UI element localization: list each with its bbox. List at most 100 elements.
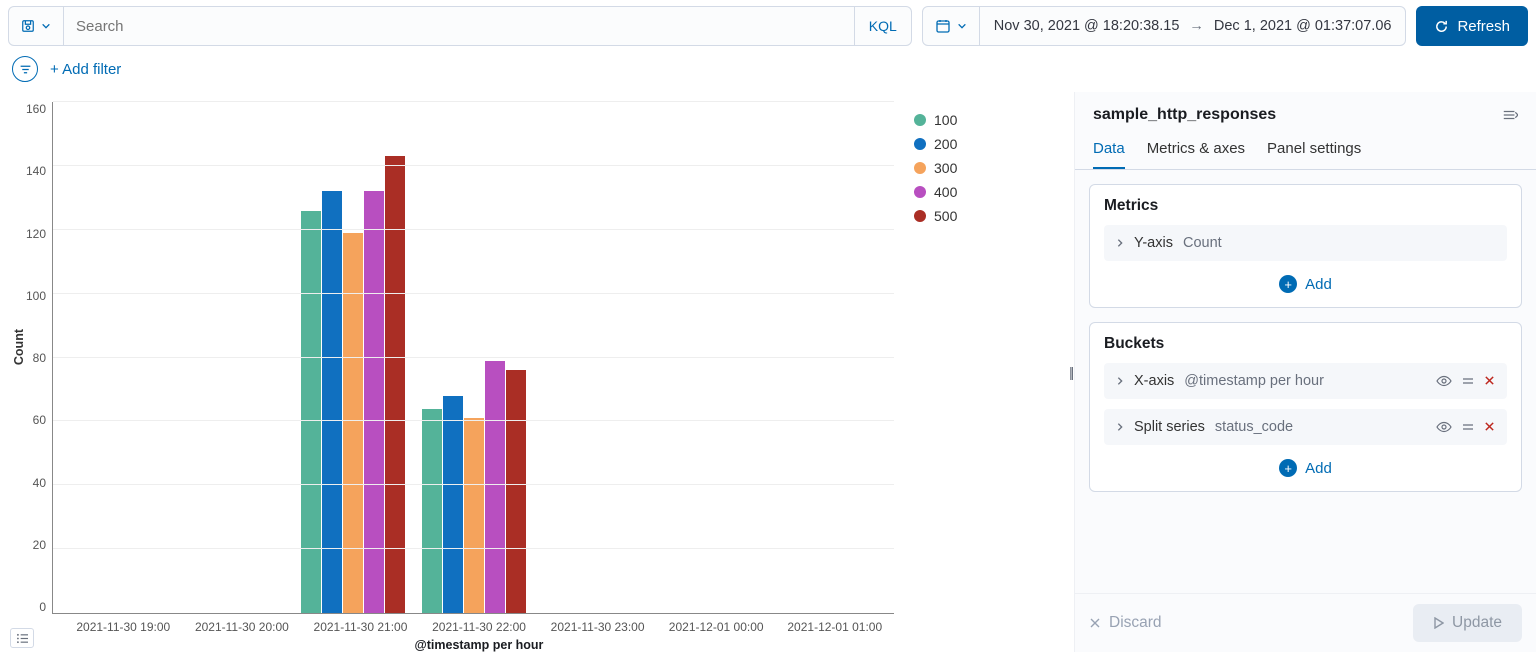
- add-filter-button[interactable]: + Add filter: [50, 61, 121, 78]
- x-tick: 2021-12-01 01:00: [775, 614, 894, 634]
- agg-row[interactable]: Split series status_code: [1104, 409, 1507, 445]
- agg-row[interactable]: Y-axis Count: [1104, 225, 1507, 261]
- metrics-section: Metrics Y-axis Count + Add: [1089, 184, 1522, 308]
- legend-item[interactable]: 200: [914, 132, 1054, 156]
- bar[interactable]: [343, 233, 363, 613]
- play-icon: [1433, 617, 1444, 629]
- config-panel: || sample_http_responses DataMetrics & a…: [1074, 92, 1536, 652]
- chevron-right-icon: [1116, 376, 1124, 386]
- refresh-button[interactable]: Refresh: [1416, 6, 1528, 46]
- collapse-panel-button[interactable]: [1502, 108, 1518, 122]
- query-bar: KQL: [8, 6, 912, 46]
- legend-label: 500: [934, 208, 957, 224]
- x-slot: [654, 102, 774, 613]
- close-icon: [1484, 375, 1495, 386]
- time-from: Nov 30, 2021 @ 18:20:38.15: [994, 18, 1180, 34]
- tab-data[interactable]: Data: [1093, 132, 1125, 169]
- tab-metrics-axes[interactable]: Metrics & axes: [1147, 132, 1245, 169]
- time-quick-select[interactable]: [923, 7, 980, 45]
- discard-label: Discard: [1109, 614, 1162, 632]
- x-slot: [53, 102, 173, 613]
- x-tick: 2021-11-30 19:00: [64, 614, 183, 634]
- bar[interactable]: [422, 409, 442, 613]
- y-tick: 20: [33, 538, 46, 552]
- x-slot: [774, 102, 894, 613]
- bar[interactable]: [385, 156, 405, 613]
- time-range-display[interactable]: Nov 30, 2021 @ 18:20:38.15 → Dec 1, 2021…: [980, 7, 1406, 45]
- y-tick: 100: [26, 289, 46, 303]
- refresh-label: Refresh: [1457, 18, 1510, 35]
- filter-menu-button[interactable]: [12, 56, 38, 82]
- chevron-down-icon: [41, 21, 51, 31]
- update-button[interactable]: Update: [1413, 604, 1522, 642]
- search-input[interactable]: [64, 7, 854, 45]
- add-metric-label: Add: [1305, 276, 1332, 293]
- delete-button[interactable]: [1484, 375, 1495, 387]
- toggle-visibility-button[interactable]: [1436, 375, 1452, 387]
- legend-label: 100: [934, 112, 957, 128]
- top-bar: KQL Nov 30, 2021 @ 18:20:38.15 → Dec 1, …: [0, 0, 1536, 52]
- saved-query-dropdown[interactable]: [9, 7, 64, 45]
- plot-area: [52, 102, 894, 614]
- legend-label: 400: [934, 184, 957, 200]
- x-axis-label: @timestamp per hour: [64, 634, 894, 652]
- panel-body: Metrics Y-axis Count + Add Buckets X-axi…: [1075, 170, 1536, 593]
- y-axis-label: Count: [10, 329, 26, 365]
- delete-button[interactable]: [1484, 421, 1495, 433]
- y-tick: 60: [33, 413, 46, 427]
- tab-panel-settings[interactable]: Panel settings: [1267, 132, 1361, 169]
- plus-circle-icon: +: [1279, 459, 1297, 477]
- legend-item[interactable]: 300: [914, 156, 1054, 180]
- toggle-visibility-button[interactable]: [1436, 421, 1452, 433]
- legend-toggle-button[interactable]: [10, 628, 34, 648]
- query-language-switch[interactable]: KQL: [854, 7, 911, 45]
- bar[interactable]: [464, 418, 484, 613]
- legend-dot-icon: [914, 114, 926, 126]
- chart-area: Count 160140120100806040200 2021-11-30 1…: [0, 92, 1074, 652]
- bar[interactable]: [485, 361, 505, 613]
- buckets-title: Buckets: [1104, 335, 1507, 353]
- update-label: Update: [1452, 614, 1502, 632]
- agg-detail: @timestamp per hour: [1184, 373, 1324, 389]
- bar[interactable]: [443, 396, 463, 613]
- add-metric-button[interactable]: + Add: [1104, 271, 1507, 293]
- legend: 100 200 300 400 500: [894, 102, 1064, 652]
- arrow-right-icon: →: [1189, 18, 1204, 34]
- y-tick: 80: [33, 351, 46, 365]
- chart-inner: 160140120100806040200 2021-11-30 19:0020…: [26, 102, 894, 652]
- agg-row[interactable]: X-axis @timestamp per hour: [1104, 363, 1507, 399]
- bar[interactable]: [364, 191, 384, 613]
- legend-item[interactable]: 100: [914, 108, 1054, 132]
- panel-tabs: Data Metrics & axes Panel settings: [1075, 132, 1536, 170]
- drag-icon: [1462, 421, 1474, 433]
- close-icon: [1484, 421, 1495, 432]
- drag-handle-button[interactable]: [1462, 421, 1474, 433]
- legend-item[interactable]: 500: [914, 204, 1054, 228]
- refresh-icon: [1434, 19, 1449, 34]
- panel-footer: Discard Update: [1075, 593, 1536, 652]
- legend-label: 300: [934, 160, 957, 176]
- main-content: Count 160140120100806040200 2021-11-30 1…: [0, 92, 1536, 652]
- drag-icon: [1462, 375, 1474, 387]
- agg-label: X-axis: [1134, 373, 1174, 389]
- legend-dot-icon: [914, 138, 926, 150]
- y-tick: 0: [39, 600, 46, 614]
- x-tick: 2021-11-30 23:00: [538, 614, 657, 634]
- bar[interactable]: [322, 191, 342, 613]
- agg-detail: status_code: [1215, 419, 1293, 435]
- x-tick: 2021-11-30 22:00: [420, 614, 539, 634]
- discard-button[interactable]: Discard: [1089, 614, 1162, 632]
- eye-icon: [1436, 421, 1452, 433]
- calendar-icon: [935, 18, 951, 34]
- x-slot: [293, 102, 413, 613]
- chevron-down-icon: [957, 21, 967, 31]
- collapse-icon: [1502, 108, 1518, 122]
- add-bucket-button[interactable]: + Add: [1104, 455, 1507, 477]
- metrics-title: Metrics: [1104, 197, 1507, 215]
- legend-item[interactable]: 400: [914, 180, 1054, 204]
- drag-handle-button[interactable]: [1462, 375, 1474, 387]
- bar[interactable]: [506, 370, 526, 613]
- bar[interactable]: [301, 211, 321, 613]
- y-tick: 160: [26, 102, 46, 116]
- resize-handle[interactable]: ||: [1069, 364, 1072, 380]
